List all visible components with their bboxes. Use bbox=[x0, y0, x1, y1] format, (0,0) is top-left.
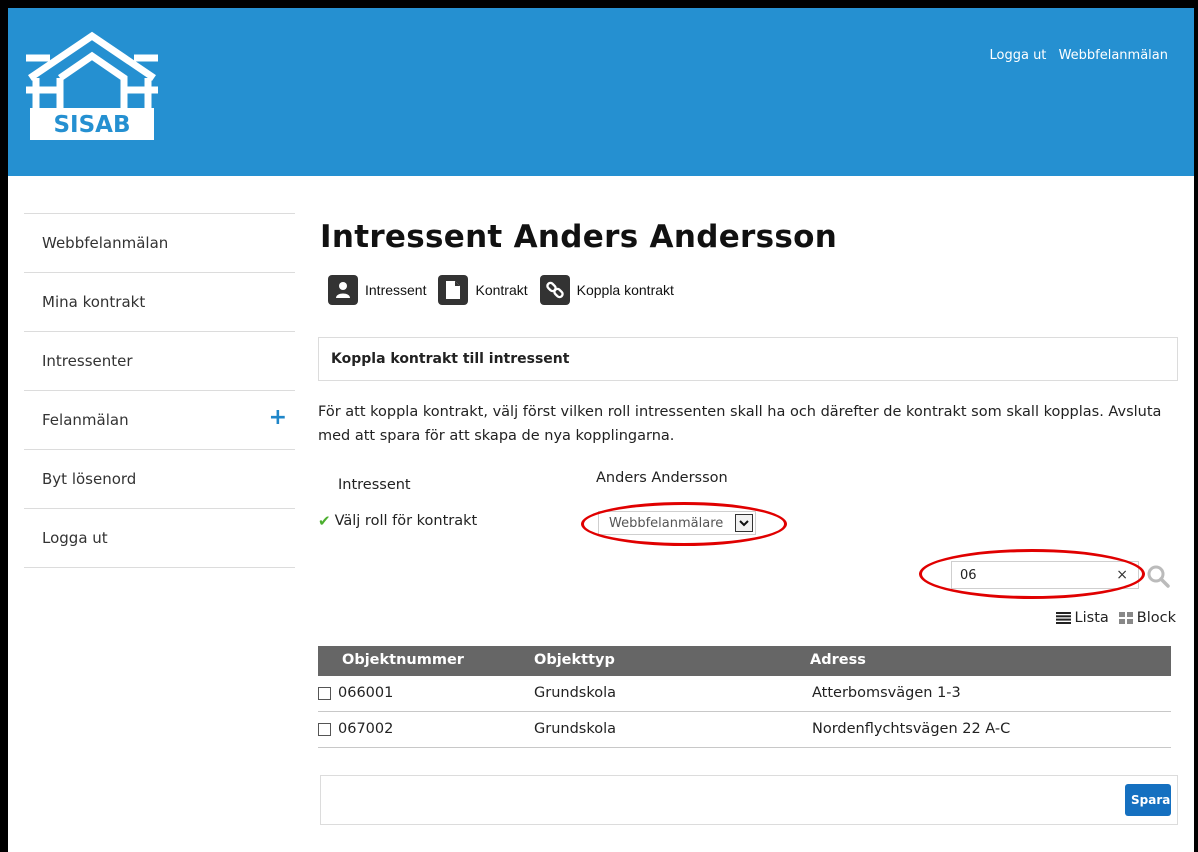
document-icon bbox=[438, 275, 469, 305]
cell-objekttyp: Grundskola bbox=[534, 721, 617, 737]
sisab-logo: SISAB bbox=[26, 31, 158, 140]
description-text: För att koppla kontrakt, välj först vilk… bbox=[318, 404, 1162, 444]
logo-text: SISAB bbox=[53, 112, 130, 138]
role-label-row: ✔ Välj roll för kontrakt bbox=[318, 512, 477, 530]
tab-label: Intressent bbox=[365, 282, 427, 298]
view-list-button[interactable]: Lista bbox=[1055, 610, 1109, 626]
link-icon bbox=[539, 275, 570, 305]
cell-adress: Nordenflychtsvägen 22 A-C bbox=[812, 721, 1011, 737]
page-title: Intressent Anders Andersson bbox=[320, 219, 838, 255]
sidebar: Webbfelanmälan Mina kontrakt Intressente… bbox=[24, 213, 295, 568]
view-block-label: Block bbox=[1136, 610, 1176, 626]
tab-intressent[interactable]: Intressent bbox=[328, 275, 426, 305]
view-block-button[interactable]: Block bbox=[1118, 610, 1176, 626]
header-objektnummer[interactable]: Objektnummer bbox=[342, 652, 464, 668]
plus-icon[interactable]: + bbox=[269, 406, 287, 430]
header-objekttyp[interactable]: Objekttyp bbox=[534, 652, 615, 668]
role-selected-value: Webbfelanmälare bbox=[609, 515, 724, 531]
cell-objektnummer: 066001 bbox=[338, 685, 394, 701]
view-list-label: Lista bbox=[1074, 610, 1109, 626]
logout-link[interactable]: Logga ut bbox=[990, 48, 1047, 63]
view-mode-toggle: Lista Block bbox=[1046, 610, 1176, 626]
top-links: Logga ut Webbfelanmälan bbox=[982, 48, 1169, 63]
search-value: 06 bbox=[960, 567, 977, 583]
table-row[interactable]: 066001 Grundskola Atterbomsvägen 1-3 bbox=[318, 676, 1171, 712]
cell-adress: Atterbomsvägen 1-3 bbox=[812, 685, 961, 701]
sidebar-item-logga-ut[interactable]: Logga ut bbox=[24, 508, 295, 568]
contract-table: Objektnummer Objekttyp Adress 066001 Gru… bbox=[318, 646, 1171, 748]
sidebar-item-byt-losenord[interactable]: Byt lösenord bbox=[24, 449, 295, 508]
header-adress[interactable]: Adress bbox=[810, 652, 866, 668]
person-icon bbox=[328, 275, 358, 305]
grid-icon bbox=[1118, 612, 1133, 624]
row-checkbox[interactable] bbox=[318, 723, 331, 736]
webbfelanmalan-link[interactable]: Webbfelanmälan bbox=[1059, 48, 1168, 63]
table-header: Objektnummer Objekttyp Adress bbox=[318, 646, 1171, 676]
sidebar-item-mina-kontrakt[interactable]: Mina kontrakt bbox=[24, 272, 295, 331]
sidebar-item-intressenter[interactable]: Intressenter bbox=[24, 331, 295, 390]
sidebar-item-label: Webbfelanmälan bbox=[42, 234, 169, 252]
form-footer: Spara bbox=[320, 775, 1178, 825]
role-select[interactable]: Webbfelanmälare bbox=[598, 511, 756, 535]
sidebar-item-label: Mina kontrakt bbox=[42, 293, 146, 311]
checkmark-icon: ✔ bbox=[318, 512, 331, 530]
row-checkbox[interactable] bbox=[318, 687, 331, 700]
panel-title: Koppla kontrakt till intressent bbox=[318, 337, 1178, 381]
list-icon bbox=[1055, 612, 1071, 624]
tab-kontrakt[interactable]: Kontrakt bbox=[438, 275, 528, 305]
search-icon[interactable] bbox=[1146, 564, 1170, 588]
tab-koppla-kontrakt[interactable]: Koppla kontrakt bbox=[539, 275, 674, 305]
search-input[interactable]: 06 × bbox=[951, 561, 1139, 589]
sidebar-item-felanmalan[interactable]: Felanmälan + bbox=[24, 390, 295, 449]
clear-icon[interactable]: × bbox=[1116, 567, 1128, 583]
tab-bar: Intressent Kontrakt Koppla kontrakt bbox=[328, 275, 686, 305]
intressent-label: Intressent bbox=[338, 477, 411, 493]
cell-objekttyp: Grundskola bbox=[534, 685, 617, 701]
table-row[interactable]: 067002 Grundskola Nordenflychtsvägen 22 … bbox=[318, 712, 1171, 748]
sidebar-item-label: Felanmälan bbox=[42, 411, 129, 429]
tab-label: Koppla kontrakt bbox=[576, 282, 674, 298]
sidebar-item-label: Byt lösenord bbox=[42, 470, 137, 488]
cell-objektnummer: 067002 bbox=[338, 721, 394, 737]
header-bar: SISAB Logga ut Webbfelanmälan bbox=[8, 8, 1194, 176]
role-label: Välj roll för kontrakt bbox=[334, 513, 478, 529]
chevron-down-icon[interactable] bbox=[735, 514, 753, 532]
tab-label: Kontrakt bbox=[475, 282, 528, 298]
sidebar-item-label: Logga ut bbox=[42, 529, 108, 547]
sidebar-item-webbfelanmalan[interactable]: Webbfelanmälan bbox=[24, 213, 295, 272]
sidebar-item-label: Intressenter bbox=[42, 352, 133, 370]
browser-viewport: SISAB Logga ut Webbfelanmälan Webbfelanm… bbox=[8, 8, 1194, 852]
save-button[interactable]: Spara bbox=[1125, 784, 1171, 816]
intressent-value: Anders Andersson bbox=[596, 470, 728, 486]
